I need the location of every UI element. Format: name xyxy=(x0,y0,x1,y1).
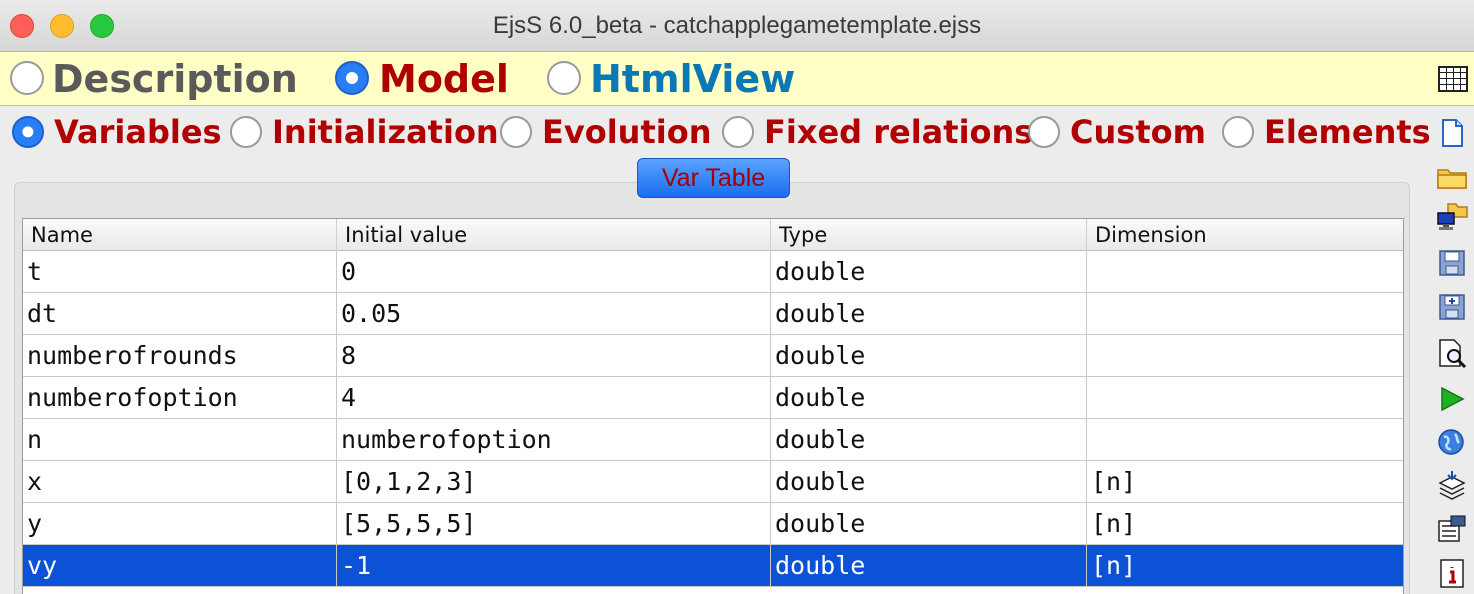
new-file-icon[interactable] xyxy=(1436,117,1468,149)
cell-dimension[interactable]: [n] xyxy=(1087,461,1403,503)
description-radio[interactable] xyxy=(10,61,44,95)
initialization-radio[interactable] xyxy=(230,116,262,148)
variables-radio[interactable] xyxy=(12,116,44,148)
column-header-initial-value[interactable]: Initial value xyxy=(337,219,771,251)
cell-dimension[interactable] xyxy=(1087,293,1403,335)
cell-type[interactable]: double xyxy=(771,461,1087,503)
cell-initial-value[interactable]: 0 xyxy=(337,251,771,293)
cell-dimension[interactable] xyxy=(1087,251,1403,293)
top-tab-bar: Description Model HtmlView xyxy=(0,52,1474,106)
var-table-button[interactable]: Var Table xyxy=(637,158,790,198)
cell-name[interactable]: y xyxy=(23,503,337,545)
tab-custom-label[interactable]: Custom xyxy=(1070,111,1206,153)
fixed-relations-radio[interactable] xyxy=(722,116,754,148)
cell-type[interactable]: double xyxy=(771,419,1087,461)
tab-description-label[interactable]: Description xyxy=(52,54,298,104)
cell-dimension[interactable] xyxy=(1087,335,1403,377)
cell-dimension[interactable]: [n] xyxy=(1087,545,1403,587)
cell-dimension[interactable] xyxy=(1087,377,1403,419)
table-row[interactable]: x [0,1,2,3] double [n] xyxy=(23,461,1403,503)
right-toolbar xyxy=(1430,107,1474,594)
cell-dimension[interactable]: [n] xyxy=(1087,503,1403,545)
cell-name[interactable]: numberofoption xyxy=(23,377,337,419)
web-icon[interactable] xyxy=(1436,425,1468,457)
column-header-dimension[interactable]: Dimension xyxy=(1087,219,1403,251)
options-icon[interactable] xyxy=(1436,513,1468,545)
save-icon[interactable] xyxy=(1436,247,1468,279)
cell-name[interactable]: vy xyxy=(23,545,337,587)
cell-initial-value[interactable]: 8 xyxy=(337,335,771,377)
cell-name[interactable]: x xyxy=(23,461,337,503)
package-icon[interactable] xyxy=(1436,469,1468,501)
cell-type[interactable]: double xyxy=(771,545,1087,587)
tab-elements-label[interactable]: Elements xyxy=(1264,111,1431,153)
table-row[interactable]: y [5,5,5,5] double [n] xyxy=(23,503,1403,545)
save-as-icon[interactable] xyxy=(1436,291,1468,323)
cell-initial-value[interactable]: 4 xyxy=(337,377,771,419)
cell-type[interactable]: double xyxy=(771,293,1087,335)
open-network-icon[interactable] xyxy=(1436,201,1468,233)
tab-htmlview-label[interactable]: HtmlView xyxy=(590,54,795,104)
elements-radio[interactable] xyxy=(1222,116,1254,148)
column-header-name[interactable]: Name xyxy=(23,219,337,251)
table-header: Name Initial value Type Dimension xyxy=(23,219,1403,251)
cell-type[interactable]: double xyxy=(771,335,1087,377)
cell-type[interactable]: double xyxy=(771,503,1087,545)
run-icon[interactable] xyxy=(1436,383,1468,415)
tab-model-label[interactable]: Model xyxy=(379,54,509,104)
htmlview-radio[interactable] xyxy=(547,61,581,95)
evolution-radio[interactable] xyxy=(500,116,532,148)
custom-radio[interactable] xyxy=(1028,116,1060,148)
tab-initialization-label[interactable]: Initialization xyxy=(272,111,499,153)
table-row[interactable]: t 0 double xyxy=(23,251,1403,293)
cell-name[interactable]: dt xyxy=(23,293,337,335)
tab-variables-label[interactable]: Variables xyxy=(54,111,222,153)
cell-name[interactable]: t xyxy=(23,251,337,293)
column-header-type[interactable]: Type xyxy=(771,219,1087,251)
tab-fixed-relations-label[interactable]: Fixed relations xyxy=(764,111,1033,153)
table-row[interactable]: n numberofoption double xyxy=(23,419,1403,461)
cell-name[interactable]: numberofrounds xyxy=(23,335,337,377)
cell-initial-value[interactable]: [0,1,2,3] xyxy=(337,461,771,503)
cell-initial-value[interactable]: [5,5,5,5] xyxy=(337,503,771,545)
cell-type[interactable]: double xyxy=(771,251,1087,293)
title-bar: EjsS 6.0_beta - catchapplegametemplate.e… xyxy=(0,0,1474,52)
table-row[interactable]: numberofrounds 8 double xyxy=(23,335,1403,377)
cell-dimension[interactable] xyxy=(1087,419,1403,461)
cell-initial-value[interactable]: -1 xyxy=(337,545,771,587)
table-row[interactable]: dt 0.05 double xyxy=(23,293,1403,335)
sub-tab-bar: Variables Initialization Evolution Fixed… xyxy=(0,107,1431,157)
info-icon[interactable] xyxy=(1436,557,1468,589)
cell-type[interactable]: double xyxy=(771,377,1087,419)
cell-initial-value[interactable]: 0.05 xyxy=(337,293,771,335)
table-icon[interactable] xyxy=(1438,66,1468,92)
cell-initial-value[interactable]: numberofoption xyxy=(337,419,771,461)
table-row-selected[interactable]: vy -1 double [n] xyxy=(23,545,1403,587)
table-row[interactable]: numberofoption 4 double xyxy=(23,377,1403,419)
search-icon[interactable] xyxy=(1436,337,1468,369)
variables-table: Name Initial value Type Dimension t 0 do… xyxy=(22,218,1404,594)
open-folder-icon[interactable] xyxy=(1436,161,1468,193)
tab-evolution-label[interactable]: Evolution xyxy=(542,111,711,153)
cell-name[interactable]: n xyxy=(23,419,337,461)
model-radio[interactable] xyxy=(335,61,369,95)
window-title: EjsS 6.0_beta - catchapplegametemplate.e… xyxy=(492,12,982,39)
